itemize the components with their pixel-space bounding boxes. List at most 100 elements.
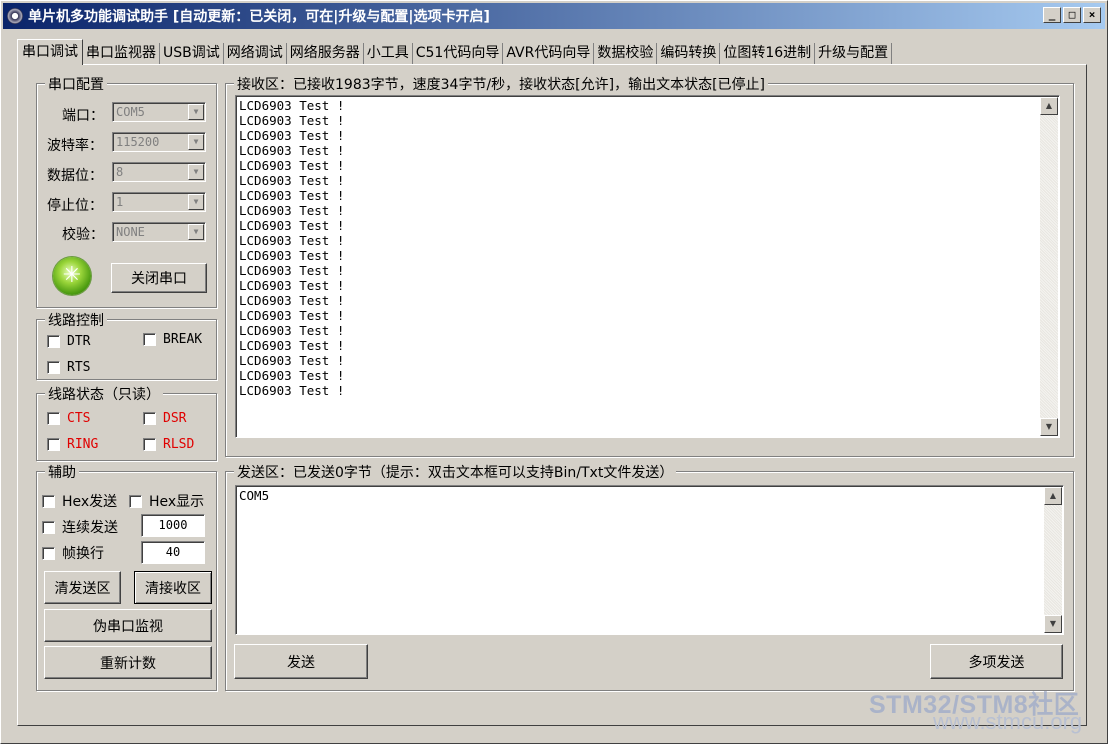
scroll-down-icon[interactable]: ▼ bbox=[1044, 615, 1062, 633]
hex-send-label: Hex发送 bbox=[62, 494, 118, 510]
chevron-down-icon[interactable]: ▼ bbox=[188, 224, 204, 240]
clear-send-button[interactable]: 清发送区 bbox=[44, 571, 121, 604]
chevron-down-icon[interactable]: ▼ bbox=[188, 194, 204, 210]
receive-line: LCD6903 Test ! bbox=[239, 263, 345, 278]
checkbox-box[interactable] bbox=[42, 494, 55, 508]
watermark-url: www.stmcu.org bbox=[933, 709, 1083, 734]
databits-value: 8 bbox=[116, 165, 124, 179]
baud-label: 波特率： bbox=[47, 138, 103, 154]
receive-line: LCD6903 Test ! bbox=[239, 98, 345, 113]
receive-line: LCD6903 Test ! bbox=[239, 368, 345, 383]
receive-line: LCD6903 Test ! bbox=[239, 113, 345, 128]
dsr-label: DSR bbox=[163, 411, 187, 426]
checkbox-box bbox=[47, 438, 60, 451]
continuous-interval-input[interactable]: 1000 bbox=[141, 514, 205, 537]
pseudo-monitor-button[interactable]: 伪串口监视 bbox=[44, 609, 212, 642]
receive-line: LCD6903 Test ! bbox=[239, 248, 345, 263]
close-port-button[interactable]: 关闭串口 bbox=[111, 263, 207, 293]
tab-avr-wizard[interactable]: AVR代码向导 bbox=[503, 43, 595, 65]
checkbox-box[interactable] bbox=[143, 333, 156, 346]
receive-line: LCD6903 Test ! bbox=[239, 143, 345, 158]
tab-bitmap-hex[interactable]: 位图转16进制 bbox=[720, 43, 816, 65]
maximize-button[interactable]: □ bbox=[1063, 7, 1081, 23]
continuous-send-checkbox[interactable]: 连续发送 bbox=[42, 517, 118, 537]
minimize-button[interactable]: _ bbox=[1043, 7, 1061, 23]
parity-value: NONE bbox=[116, 225, 145, 239]
send-button[interactable]: 发送 bbox=[234, 644, 368, 679]
chevron-down-icon[interactable]: ▼ bbox=[188, 104, 204, 120]
receive-line: LCD6903 Test ! bbox=[239, 203, 345, 218]
checkbox-box[interactable] bbox=[42, 546, 55, 560]
stopbits-select[interactable]: 1 ▼ bbox=[112, 192, 206, 212]
frame-newline-label: 帧换行 bbox=[62, 546, 104, 562]
hex-display-checkbox[interactable]: Hex显示 bbox=[129, 491, 204, 511]
tab-encoding[interactable]: 编码转换 bbox=[657, 43, 721, 65]
receive-line: LCD6903 Test ! bbox=[239, 293, 345, 308]
checkbox-box[interactable] bbox=[47, 335, 60, 348]
hex-send-checkbox[interactable]: Hex发送 bbox=[42, 491, 117, 511]
stopbits-value: 1 bbox=[116, 195, 124, 209]
cts-indicator: CTS bbox=[47, 411, 90, 426]
continuous-send-label: 连续发送 bbox=[62, 520, 118, 536]
checkbox-box bbox=[143, 438, 156, 451]
receive-scrollbar[interactable]: ▲ ▼ bbox=[1040, 97, 1058, 436]
send-textarea[interactable]: COM5 ▲ ▼ bbox=[235, 485, 1064, 635]
tab-serial-debug[interactable]: 串口调试 bbox=[17, 39, 83, 65]
multi-send-button[interactable]: 多项发送 bbox=[930, 644, 1063, 679]
break-checkbox[interactable]: BREAK bbox=[143, 332, 202, 347]
receive-line: LCD6903 Test ! bbox=[239, 353, 345, 368]
clear-receive-button[interactable]: 清接收区 bbox=[134, 571, 212, 604]
dtr-label: DTR bbox=[67, 334, 91, 349]
cts-label: CTS bbox=[67, 411, 91, 426]
frame-timeout-input[interactable]: 40 bbox=[141, 541, 205, 564]
frame-newline-checkbox[interactable]: 帧换行 bbox=[42, 543, 104, 563]
recount-button[interactable]: 重新计数 bbox=[44, 646, 212, 679]
send-scrollbar[interactable]: ▲ ▼ bbox=[1044, 487, 1062, 633]
tab-c51-wizard[interactable]: C51代码向导 bbox=[413, 43, 504, 65]
databits-label: 数据位： bbox=[47, 168, 103, 184]
line-control-title: 线路控制 bbox=[45, 310, 107, 330]
databits-select[interactable]: 8 ▼ bbox=[112, 162, 206, 182]
receive-title: 接收区：已接收1983字节，速度34字节/秒，接收状态[允许]，输出文本状态[已… bbox=[234, 74, 769, 94]
parity-label: 校验： bbox=[62, 227, 104, 243]
ring-label: RING bbox=[67, 437, 99, 452]
rts-checkbox[interactable]: RTS bbox=[47, 360, 90, 375]
chevron-down-icon[interactable]: ▼ bbox=[188, 134, 204, 150]
tab-usb-debug[interactable]: USB调试 bbox=[160, 43, 224, 65]
tab-strip: 串口调试 串口监视器 USB调试 网络调试 网络服务器 小工具 C51代码向导 … bbox=[17, 39, 893, 65]
window-title: 单片机多功能调试助手 [自动更新：已关闭，可在|升级与配置|选项卡开启] bbox=[28, 9, 490, 25]
title-bar[interactable]: 单片机多功能调试助手 [自动更新：已关闭，可在|升级与配置|选项卡开启] _ □… bbox=[3, 3, 1105, 29]
receive-line: LCD6903 Test ! bbox=[239, 173, 345, 188]
checkbox-box bbox=[47, 412, 60, 425]
dtr-checkbox[interactable]: DTR bbox=[47, 334, 90, 349]
receive-line: LCD6903 Test ! bbox=[239, 128, 345, 143]
rts-label: RTS bbox=[67, 360, 91, 375]
assist-title: 辅助 bbox=[45, 462, 79, 482]
scroll-up-icon[interactable]: ▲ bbox=[1044, 487, 1062, 505]
receive-line: LCD6903 Test ! bbox=[239, 383, 345, 398]
tab-network-server[interactable]: 网络服务器 bbox=[287, 43, 364, 65]
send-title: 发送区：已发送0字节（提示：双击文本框可以支持Bin/Txt文件发送） bbox=[234, 462, 677, 482]
receive-line: LCD6903 Test ! bbox=[239, 323, 345, 338]
parity-select[interactable]: NONE ▼ bbox=[112, 222, 206, 242]
receive-textarea[interactable]: LCD6903 Test ! LCD6903 Test ! LCD6903 Test… bbox=[235, 95, 1060, 438]
tab-upgrade-config[interactable]: 升级与配置 bbox=[815, 43, 893, 65]
checkbox-box[interactable] bbox=[129, 494, 142, 508]
ring-indicator: RING bbox=[47, 437, 98, 452]
baud-select[interactable]: 115200 ▼ bbox=[112, 132, 206, 152]
close-button[interactable]: × bbox=[1083, 7, 1101, 23]
tab-network-debug[interactable]: 网络调试 bbox=[224, 43, 287, 65]
send-content: COM5 bbox=[239, 488, 270, 503]
tab-tools[interactable]: 小工具 bbox=[364, 43, 413, 65]
tab-checksum[interactable]: 数据校验 bbox=[594, 43, 658, 65]
scroll-up-icon[interactable]: ▲ bbox=[1040, 97, 1058, 115]
chevron-down-icon[interactable]: ▼ bbox=[188, 164, 204, 180]
port-select[interactable]: COM5 ▼ bbox=[112, 102, 206, 122]
dsr-indicator: DSR bbox=[143, 411, 186, 426]
scroll-down-icon[interactable]: ▼ bbox=[1040, 418, 1058, 436]
app-icon bbox=[7, 8, 23, 24]
checkbox-box[interactable] bbox=[42, 520, 55, 534]
tab-serial-monitor[interactable]: 串口监视器 bbox=[83, 43, 160, 65]
checkbox-box[interactable] bbox=[47, 361, 60, 374]
port-label: 端口： bbox=[62, 108, 104, 124]
